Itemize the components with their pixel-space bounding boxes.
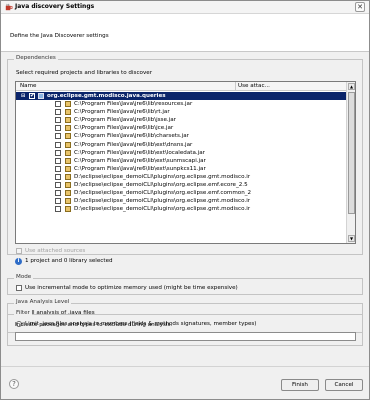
- java-analysis-legend: Java Analysis Level: [14, 299, 72, 305]
- jar-icon: [65, 165, 71, 172]
- library-checkbox[interactable]: [55, 117, 61, 124]
- library-label: C:\Program Files\Java\jre6\lib\ext\sunms…: [74, 157, 206, 164]
- library-checkbox[interactable]: [55, 182, 61, 189]
- incremental-mode-checkbox[interactable]: [16, 285, 22, 291]
- project-row[interactable]: ⊟ org.eclipse.gmt.modisco.java.queries: [16, 92, 347, 101]
- column-separator[interactable]: [235, 82, 236, 91]
- mode-group: Mode Use incremental mode to optimize me…: [7, 274, 363, 295]
- library-checkbox[interactable]: [55, 149, 61, 156]
- library-row[interactable]: C:\Program Files\Java\jre6\lib\resources…: [16, 100, 347, 108]
- library-label: C:\Program Files\Java\jre6\lib\rt.jar: [74, 109, 170, 116]
- jar-icon: [65, 173, 71, 180]
- jar-icon: [65, 206, 71, 213]
- selection-status-text: 1 project and 0 library selected: [25, 258, 113, 264]
- library-row[interactable]: D:\eclipse\eclipse_demoiCLI\plugins\org.…: [16, 197, 347, 205]
- library-checkbox[interactable]: [55, 141, 61, 148]
- vertical-scrollbar[interactable]: ▲ ▼: [346, 82, 355, 243]
- library-row[interactable]: D:\eclipse\eclipse_demoiCLI\plugins\org.…: [16, 205, 347, 213]
- library-row[interactable]: C:\Program Files\Java\jre6\lib\ext\local…: [16, 149, 347, 157]
- close-button[interactable]: ✕: [355, 2, 365, 12]
- info-icon: i: [15, 258, 22, 265]
- help-icon[interactable]: ?: [9, 379, 19, 389]
- library-checkbox[interactable]: [55, 125, 61, 132]
- dialog-footer: ? Finish Cancel: [1, 366, 369, 399]
- jar-icon: [65, 182, 71, 189]
- jar-icon: [65, 141, 71, 148]
- library-checkbox[interactable]: [55, 101, 61, 108]
- dialog-window: Java discovery Settings ✕ Define the Jav…: [0, 0, 370, 400]
- library-label: D:\eclipse\eclipse_demoiCLI\plugins\org.…: [74, 206, 251, 213]
- column-attach-header[interactable]: Use attac...: [238, 83, 270, 89]
- library-checkbox[interactable]: [55, 198, 61, 205]
- jar-icon: [65, 125, 71, 132]
- library-label: C:\Program Files\Java\jre6\lib\ext\dnsns…: [74, 141, 193, 148]
- dependencies-table[interactable]: Name Use attac... ⊟ org.eclipse.gmt.modi…: [15, 81, 356, 244]
- column-name-header[interactable]: Name: [20, 83, 37, 89]
- mode-legend: Mode: [14, 274, 34, 280]
- jar-icon: [65, 157, 71, 164]
- library-checkbox[interactable]: [55, 206, 61, 213]
- jar-icon: [65, 117, 71, 124]
- filter-group: Filter Indicate packages and types to ex…: [7, 310, 363, 346]
- dependencies-subtitle: Select required projects and libraries t…: [16, 70, 152, 76]
- library-label: D:\eclipse\eclipse_demoiCLI\plugins\org.…: [74, 190, 252, 197]
- jar-icon: [65, 133, 71, 140]
- library-checkbox[interactable]: [55, 165, 61, 172]
- filter-input[interactable]: [15, 332, 356, 341]
- filter-description: Indicate packages and types to exclude d…: [15, 322, 173, 328]
- library-label: C:\Program Files\Java\jre6\lib\charsets.…: [74, 133, 189, 140]
- library-row[interactable]: C:\Program Files\Java\jre6\lib\charsets.…: [16, 132, 347, 140]
- collapse-icon[interactable]: ⊟: [21, 94, 26, 99]
- library-label: D:\eclipse\eclipse_demoiCLI\plugins\org.…: [74, 198, 251, 205]
- table-rows: ⊟ org.eclipse.gmt.modisco.java.queries C…: [16, 92, 347, 213]
- project-label: org.eclipse.gmt.modisco.java.queries: [47, 93, 166, 99]
- dependencies-group: Dependencies Select required projects an…: [7, 55, 363, 255]
- dialog-header: Define the Java Discoverer settings: [1, 14, 369, 52]
- jar-icon: [65, 198, 71, 205]
- jar-icon: [65, 101, 71, 108]
- jar-icon: [65, 149, 71, 156]
- incremental-mode-label[interactable]: Use incremental mode to optimize memory …: [25, 285, 238, 291]
- table-header: Name Use attac...: [16, 82, 347, 91]
- library-checkbox[interactable]: [55, 157, 61, 164]
- title-bar: Java discovery Settings ✕: [1, 1, 369, 14]
- scroll-down-icon[interactable]: ▼: [348, 235, 355, 242]
- library-checkbox[interactable]: [55, 173, 61, 180]
- finish-button[interactable]: Finish: [281, 379, 319, 391]
- jar-icon: [65, 190, 71, 197]
- project-checkbox[interactable]: [29, 92, 35, 99]
- library-label: C:\Program Files\Java\jre6\lib\ext\sunpk…: [74, 165, 206, 172]
- library-checkbox[interactable]: [55, 133, 61, 140]
- library-row[interactable]: C:\Program Files\Java\jre6\lib\ext\sunms…: [16, 157, 347, 165]
- library-row[interactable]: C:\Program Files\Java\jre6\lib\ext\sunpk…: [16, 165, 347, 173]
- library-checkbox[interactable]: [55, 109, 61, 116]
- scroll-thumb[interactable]: [348, 92, 355, 214]
- library-row[interactable]: C:\Program Files\Java\jre6\lib\rt.jar: [16, 108, 347, 116]
- library-row[interactable]: D:\eclipse\eclipse_demoiCLI\plugins\org.…: [16, 173, 347, 181]
- library-row[interactable]: C:\Program Files\Java\jre6\lib\jsse.jar: [16, 116, 347, 124]
- library-label: D:\eclipse\eclipse_demoiCLI\plugins\org.…: [74, 173, 251, 180]
- library-label: C:\Program Files\Java\jre6\lib\jsse.jar: [74, 117, 176, 124]
- window-title: Java discovery Settings: [15, 3, 95, 10]
- library-label: C:\Program Files\Java\jre6\lib\ext\local…: [74, 149, 205, 156]
- cancel-button[interactable]: Cancel: [325, 379, 363, 391]
- library-row[interactable]: C:\Program Files\Java\jre6\lib\jce.jar: [16, 124, 347, 132]
- library-checkbox[interactable]: [55, 190, 61, 197]
- use-attached-sources-label: Use attached sources: [25, 248, 86, 254]
- filter-legend: Filter: [14, 310, 32, 316]
- library-row[interactable]: D:\eclipse\eclipse_demoiCLI\plugins\org.…: [16, 181, 347, 189]
- header-description: Define the Java Discoverer settings: [10, 33, 109, 39]
- use-attached-sources-checkbox: [16, 248, 22, 254]
- library-row[interactable]: C:\Program Files\Java\jre6\lib\ext\dnsns…: [16, 141, 347, 149]
- jar-icon: [65, 109, 71, 116]
- scroll-up-icon[interactable]: ▲: [348, 83, 355, 90]
- library-label: D:\eclipse\eclipse_demoiCLI\plugins\org.…: [74, 182, 248, 189]
- dependencies-legend: Dependencies: [14, 55, 58, 61]
- java-cup-icon: [5, 3, 13, 11]
- library-label: C:\Program Files\Java\jre6\lib\jce.jar: [74, 125, 174, 132]
- library-label: C:\Program Files\Java\jre6\lib\resources…: [74, 101, 193, 108]
- project-icon: [38, 93, 44, 99]
- library-row[interactable]: D:\eclipse\eclipse_demoiCLI\plugins\org.…: [16, 189, 347, 197]
